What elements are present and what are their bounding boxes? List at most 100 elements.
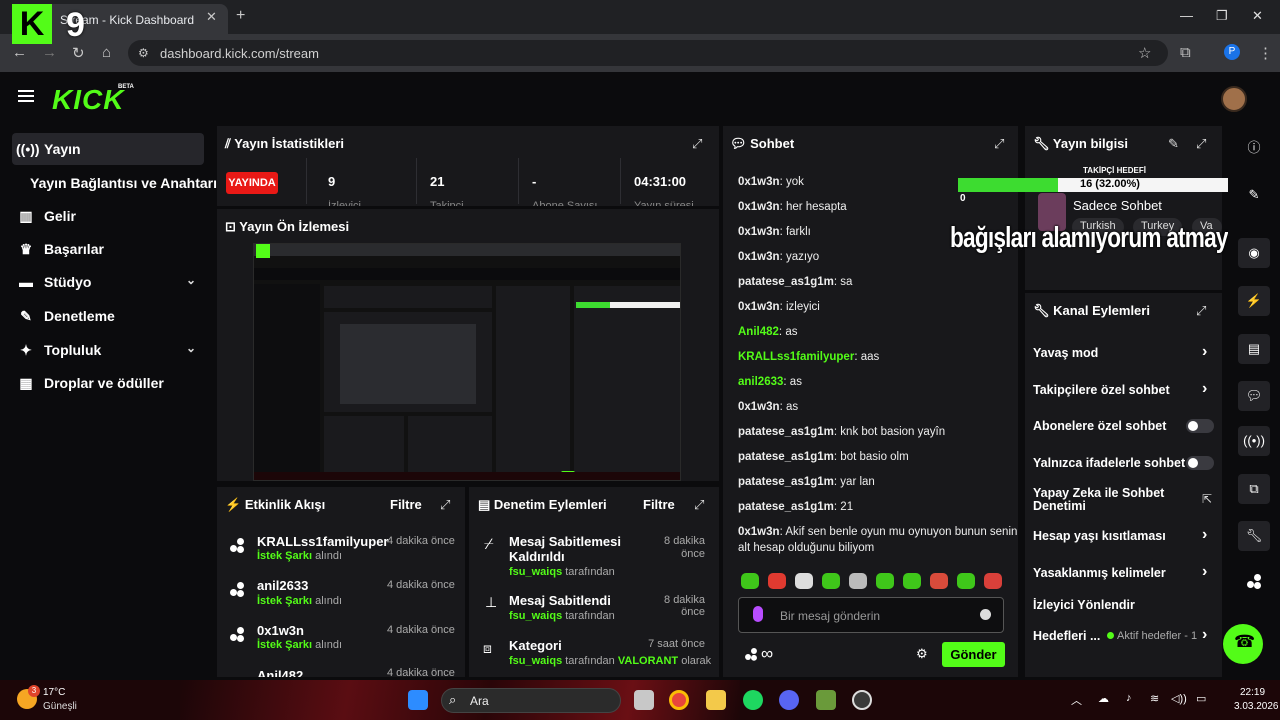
microphone-icon[interactable] [753,606,763,622]
sidebar-item-achievements[interactable]: ♛ Başarılar [12,233,204,265]
subscribers-only-toggle[interactable] [1186,419,1214,433]
raid-option[interactable]: İzleyici Yönlendir [1033,598,1135,612]
extensions-icon[interactable]: ⧉ [1180,44,1191,61]
info-icon[interactable]: ⓘ [1238,133,1270,163]
chevron-right-icon[interactable]: › [1202,380,1207,398]
lightning-icon[interactable]: ⚡ [1238,286,1270,316]
obs-icon[interactable] [852,690,872,710]
layout-icon[interactable]: ⧉ [1238,474,1270,504]
close-tab-icon[interactable]: ✕ [206,9,217,25]
emote-icon[interactable] [849,573,867,589]
modlog-user[interactable]: fsu_waiqs [509,655,562,667]
activity-filter-button[interactable]: Filtre [390,497,422,512]
edit-pencil-icon[interactable]: ✎ [1168,136,1179,152]
stream-preview-video[interactable] [253,243,681,481]
sidebar-item-drops[interactable]: ▦ Droplar ve ödüller [12,367,204,399]
chevron-down-icon[interactable]: ⌄ [186,273,196,287]
browser-menu-icon[interactable]: ⋮ [1258,44,1273,62]
chat-username[interactable]: anil2633 [738,376,783,388]
activity-user[interactable]: anil2633 [257,578,308,593]
notes-icon[interactable]: ▤ [1238,334,1270,364]
account-age-option[interactable]: Hesap yaşı kısıtlaması [1033,529,1166,543]
forward-icon[interactable]: → [42,44,57,61]
edit-icon[interactable]: ✎ [1238,180,1270,210]
chat-username[interactable]: patatese_as1g1m [738,426,834,438]
emote-icon[interactable] [984,573,1002,589]
chevron-right-icon[interactable]: › [1202,526,1207,544]
clock-time[interactable]: 22:19 [1240,687,1265,698]
emote-icon[interactable] [822,573,840,589]
modlog-user[interactable]: fsu_waiqs [509,610,562,622]
close-window-icon[interactable]: ✕ [1252,8,1263,24]
wrench-icon[interactable]: 🔧︎ [1238,521,1270,551]
chat-username[interactable]: patatese_as1g1m [738,451,834,463]
emote-icon[interactable] [741,573,759,589]
emote-icon[interactable] [795,573,813,589]
sidebar-item-community[interactable]: ✦ Topluluk ⌄ [12,334,204,366]
spotify-icon[interactable] [743,690,763,710]
back-icon[interactable]: ← [12,44,27,61]
expand-icon[interactable]: ⤢ [1196,303,1206,319]
send-button[interactable]: Gönder [942,642,1005,667]
infinity-icon[interactable]: ∞ [761,644,773,664]
hamburger-menu-icon[interactable] [18,90,34,102]
minimize-icon[interactable]: — [1180,8,1193,23]
expand-icon[interactable]: ⤢ [694,497,704,513]
expand-icon[interactable]: ⤢ [692,136,702,152]
chevron-right-icon[interactable]: › [1202,626,1207,644]
emoji-icon[interactable] [980,609,991,620]
chat-username[interactable]: 0x1w3n [738,251,780,263]
chat-username[interactable]: patatese_as1g1m [738,276,834,288]
chat-username[interactable]: patatese_as1g1m [738,476,834,488]
file-explorer-icon[interactable] [706,690,726,710]
banned-words-option[interactable]: Yasaklanmış kelimeler [1033,566,1166,580]
chat-username[interactable]: 0x1w3n [738,201,780,213]
sidebar-item-stream-key[interactable]: Yayın Bağlantısı ve Anahtarı [26,167,218,199]
broadcast-icon[interactable]: ((•)) [1238,426,1270,456]
chat-username[interactable]: 0x1w3n [738,526,780,538]
ai-moderation-option[interactable]: Yapay Zeka ile Sohbet Denetimi [1033,487,1183,513]
chat-username[interactable]: patatese_as1g1m [738,501,834,513]
activity-user[interactable]: Anil482 [257,668,303,677]
slow-mode-option[interactable]: Yavaş mod [1033,346,1098,360]
chat-username[interactable]: 0x1w3n [738,176,780,188]
taskbar-search[interactable] [441,688,621,713]
discord-icon[interactable] [779,690,799,710]
modlog-filter-button[interactable]: Filtre [643,497,675,512]
settings-gear-icon[interactable]: ⚙ [916,646,928,662]
site-info-icon[interactable]: ⚙ [138,46,149,60]
activity-user[interactable]: 0x1w3n [257,623,304,638]
emote-icon[interactable] [957,573,975,589]
chevron-right-icon[interactable]: › [1202,343,1207,361]
volume-icon[interactable]: ◁)) [1171,692,1187,705]
goals-option[interactable]: Hedefleri ... [1033,629,1100,643]
activity-user[interactable]: KRALLss1familyuper [257,534,388,549]
microphone-tray-icon[interactable]: ♪ [1126,692,1132,704]
chrome-icon[interactable] [669,690,689,710]
sidebar-item-moderation[interactable]: ✎ Denetleme [12,300,204,332]
emote-icon[interactable] [930,573,948,589]
battery-icon[interactable]: ▭ [1196,692,1206,705]
emote-icon[interactable] [768,573,786,589]
emotes-only-toggle[interactable] [1186,456,1214,470]
kick-logo[interactable]: KICK [52,84,124,116]
community-icon[interactable] [1247,574,1261,589]
followers-only-option[interactable]: Takipçilere özel sohbet [1033,383,1170,397]
modlog-user[interactable]: fsu_waiqs [509,566,562,578]
home-icon[interactable]: ⌂ [102,44,111,61]
cloud-icon[interactable]: ☁ [1098,692,1109,705]
camera-icon[interactable]: ◉ [1238,238,1270,268]
chat-username[interactable]: 0x1w3n [738,401,780,413]
expand-icon[interactable]: ⤢ [440,497,450,513]
chat-bubble-icon[interactable]: 💬︎ [1238,381,1270,411]
bookmark-star-icon[interactable]: ☆ [1138,44,1151,62]
sidebar-item-studio[interactable]: ▬ Stüdyo ⌄ [12,266,204,298]
user-avatar[interactable] [1221,86,1247,112]
minecraft-icon[interactable] [816,690,836,710]
sidebar-item-stream[interactable]: ((•)) Yayın [12,133,204,165]
chevron-right-icon[interactable]: › [1202,563,1207,581]
community-icon[interactable] [745,648,757,661]
chat-username[interactable]: Anil482 [738,326,779,338]
emote-icon[interactable] [903,573,921,589]
chevron-down-icon[interactable]: ⌄ [186,341,196,355]
